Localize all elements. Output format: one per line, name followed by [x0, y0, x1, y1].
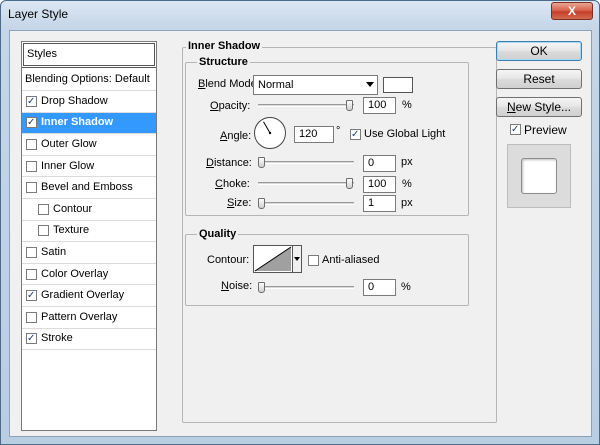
style-item-label: Inner Glow [41, 159, 95, 172]
style-item-checkbox[interactable] [38, 203, 49, 215]
opacity-slider-thumb[interactable] [346, 100, 353, 111]
style-item-label: Drop Shadow [41, 94, 108, 107]
layer-style-dialog: Layer Style X Styles Blending Options: D… [0, 0, 600, 445]
style-item-checkbox[interactable] [26, 311, 37, 323]
quality-title: Quality [197, 228, 239, 240]
blend-mode-label: Blend Mode: [198, 78, 260, 90]
style-item-checkbox[interactable] [26, 333, 37, 345]
style-item-label: Pattern Overlay [41, 310, 118, 323]
contour-curve-icon [254, 246, 292, 272]
style-preview [507, 144, 571, 208]
noise-input[interactable]: 0 [363, 279, 396, 296]
style-item-outer-glow[interactable]: Outer Glow [22, 134, 156, 156]
size-slider[interactable] [258, 198, 354, 209]
anti-aliased-checkbox[interactable] [308, 255, 319, 266]
distance-slider-thumb[interactable] [258, 157, 265, 168]
style-item-checkbox[interactable] [38, 225, 49, 237]
angle-label: Angle: [220, 130, 252, 142]
noise-label: Noise: [221, 280, 253, 292]
style-item-drop-shadow[interactable]: Drop Shadow [22, 91, 156, 113]
style-item-label: Color Overlay [41, 267, 109, 280]
angle-dial-needle [263, 121, 272, 135]
choke-input[interactable]: 100 [363, 176, 396, 193]
style-item-checkbox[interactable] [26, 138, 37, 150]
window-title: Layer Style [8, 7, 69, 21]
quality-group [185, 234, 469, 306]
style-item-label: Outer Glow [41, 137, 97, 150]
ok-button[interactable]: OK [496, 41, 582, 61]
structure-title: Structure [197, 56, 250, 68]
style-item-label: Satin [41, 245, 67, 258]
contour-dropdown-button[interactable] [293, 245, 302, 273]
distance-label: Distance: [206, 157, 252, 169]
size-input[interactable]: 1 [363, 195, 396, 212]
style-item-label: Contour [53, 202, 93, 215]
choke-label: Choke: [215, 178, 250, 190]
distance-input[interactable]: 0 [363, 155, 396, 172]
choke-slider-thumb[interactable] [346, 178, 353, 189]
style-item-checkbox[interactable] [26, 95, 37, 107]
shadow-color-swatch[interactable] [383, 77, 413, 93]
style-item-checkbox[interactable] [26, 182, 37, 194]
choke-unit: % [402, 178, 412, 190]
inner-shadow-title: Inner Shadow [186, 40, 263, 52]
opacity-unit: % [402, 99, 412, 111]
style-item-label: Inner Shadow [41, 116, 114, 129]
angle-input[interactable]: 120 [294, 126, 334, 143]
style-item-inner-glow[interactable]: Inner Glow [22, 156, 156, 178]
style-item-stroke[interactable]: Stroke [22, 329, 156, 351]
reset-button[interactable]: Reset [496, 69, 582, 89]
style-item-label: Stroke [41, 332, 73, 345]
style-item-gradient-overlay[interactable]: Gradient Overlay [22, 285, 156, 307]
style-item-label: Texture [53, 224, 90, 237]
chevron-down-icon [366, 82, 374, 87]
style-item-color-overlay[interactable]: Color Overlay [22, 264, 156, 286]
title-bar: Layer Style X [1, 1, 599, 29]
style-item-satin[interactable]: Satin [22, 242, 156, 264]
new-style-button[interactable]: New Style... [496, 97, 582, 117]
opacity-label: Opacity: [210, 100, 251, 112]
size-slider-thumb[interactable] [258, 198, 265, 209]
style-item-bevel-and-emboss[interactable]: Bevel and Emboss [22, 177, 156, 199]
choke-slider[interactable] [258, 178, 354, 189]
styles-header[interactable]: Styles [23, 43, 155, 66]
style-item-pattern-overlay[interactable]: Pattern Overlay [22, 307, 156, 329]
preview-checkbox[interactable] [510, 124, 521, 135]
style-item-checkbox[interactable] [26, 117, 37, 129]
distance-unit: px [401, 156, 413, 168]
distance-slider[interactable] [258, 157, 354, 168]
style-item-checkbox[interactable] [26, 268, 37, 280]
preview-label[interactable]: Preview [524, 123, 567, 137]
use-global-light-label[interactable]: Use Global Light [364, 128, 445, 140]
style-item-checkbox[interactable] [26, 290, 37, 302]
style-preview-swatch [521, 158, 557, 194]
size-label: Size: [227, 197, 252, 209]
angle-unit: ° [336, 125, 341, 137]
style-item-checkbox[interactable] [26, 160, 37, 172]
style-item-label: Gradient Overlay [41, 289, 125, 302]
noise-slider[interactable] [258, 282, 354, 293]
style-item-checkbox[interactable] [26, 246, 37, 258]
contour-label: Contour: [207, 254, 250, 266]
size-unit: px [401, 197, 413, 209]
opacity-slider[interactable] [258, 100, 354, 111]
style-item-texture[interactable]: Texture [22, 221, 156, 243]
style-item-contour[interactable]: Contour [22, 199, 156, 221]
style-item-label: Bevel and Emboss [41, 181, 133, 194]
blend-mode-select[interactable]: Normal [253, 75, 378, 95]
anti-aliased-label[interactable]: Anti-aliased [322, 254, 379, 266]
style-item-inner-shadow[interactable]: Inner Shadow [22, 112, 156, 135]
dialog-body: Styles Blending Options: Default Drop Sh… [9, 30, 592, 437]
use-global-light-checkbox[interactable] [350, 129, 361, 140]
contour-picker[interactable] [253, 245, 293, 273]
close-button[interactable]: X [551, 2, 593, 20]
blending-options-item[interactable]: Blending Options: Default [22, 67, 156, 91]
noise-unit: % [401, 281, 411, 293]
angle-dial[interactable] [254, 117, 286, 149]
opacity-input[interactable]: 100 [363, 97, 396, 114]
styles-list: Styles Blending Options: Default Drop Sh… [21, 41, 157, 431]
noise-slider-thumb[interactable] [258, 282, 265, 293]
blend-mode-value: Normal [258, 79, 294, 91]
